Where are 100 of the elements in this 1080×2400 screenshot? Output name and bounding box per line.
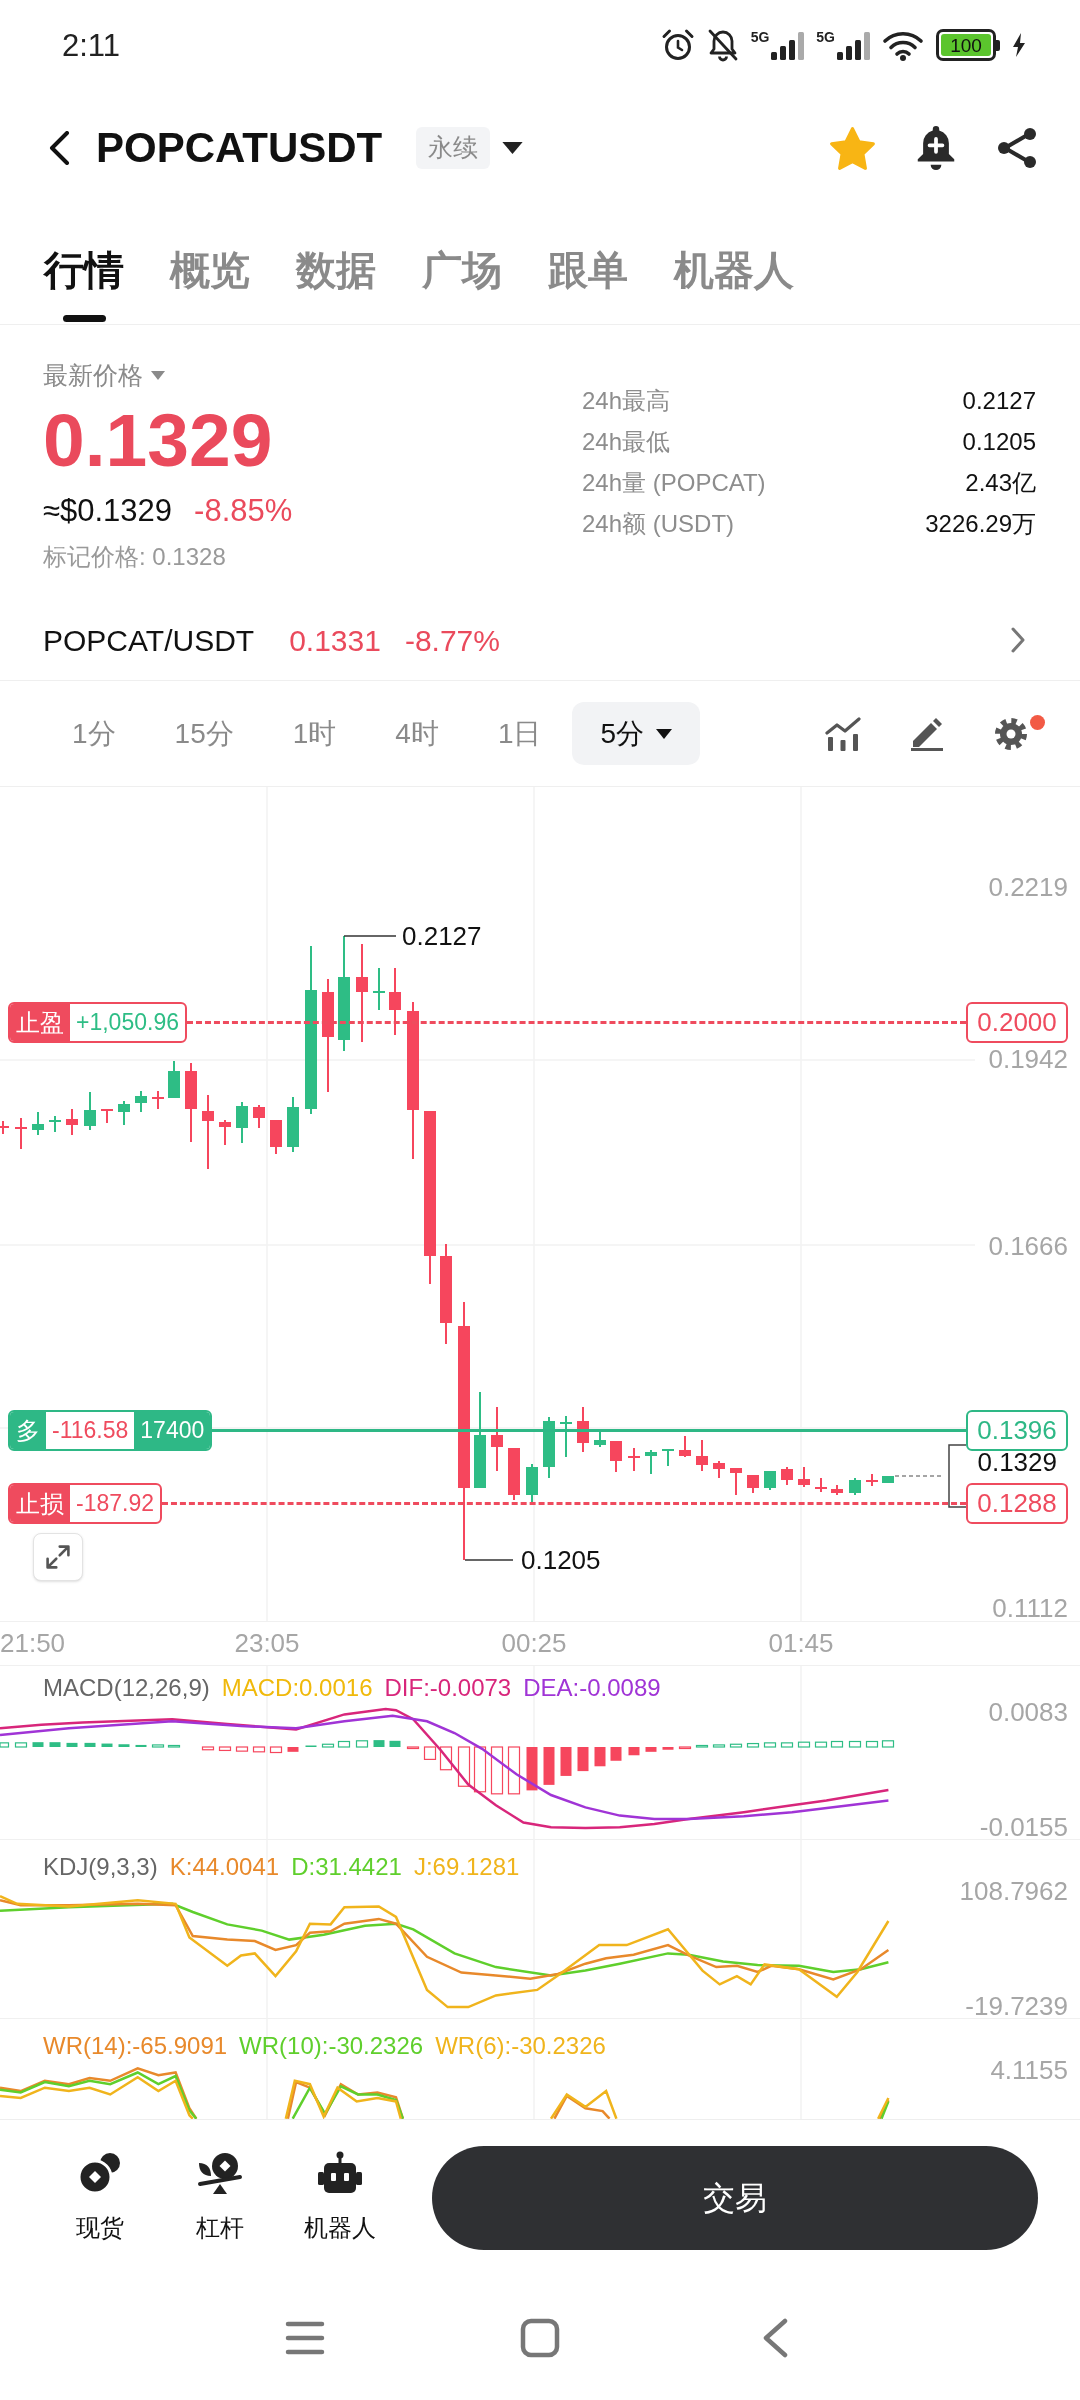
trade-button[interactable]: 交易 — [432, 2145, 1038, 2250]
settings-icon[interactable] — [993, 715, 1029, 752]
indicator-chart-icon[interactable] — [825, 716, 861, 751]
macd-histogram-bar — [797, 1741, 811, 1748]
bottom-nav-item[interactable]: 杠杆 — [160, 2151, 280, 2244]
candlestick — [84, 1091, 96, 1131]
tab[interactable]: 广场 — [422, 246, 502, 322]
candlestick — [577, 1406, 589, 1453]
stat-value: 0.2127 — [962, 385, 1036, 416]
favorite-star-icon[interactable] — [830, 126, 875, 170]
candlestick — [168, 1060, 180, 1099]
macd-histogram-bar — [830, 1740, 844, 1748]
macd-histogram-bar — [577, 1747, 589, 1772]
price-axis-label: 0.1666 — [988, 1234, 1068, 1258]
indicator-value: WR(10):-30.2326 — [239, 2031, 424, 2061]
indicator-axis-label: -0.0155 — [979, 1815, 1068, 1839]
position-size: 17400 — [134, 1412, 211, 1449]
spot-pair-name: POPCAT/USDT — [43, 622, 255, 659]
coin-seesaw-icon — [197, 2151, 243, 2195]
bell-plus-icon[interactable] — [916, 126, 956, 170]
pencil-icon[interactable] — [909, 716, 945, 751]
chevron-right-icon[interactable] — [1011, 627, 1025, 653]
macd-histogram-bar — [389, 1740, 401, 1747]
indicator-name: KDJ(9,3,3) — [43, 1852, 158, 1882]
indicator-value: DEA:-0.0089 — [523, 1673, 661, 1703]
candlestick — [610, 1440, 622, 1473]
macd-histogram-bar — [287, 1747, 299, 1752]
tab[interactable]: 机器人 — [674, 246, 794, 322]
candlestick — [730, 1467, 742, 1496]
price-type-label[interactable]: 最新价格 — [43, 359, 143, 391]
indicator-axis-label: 108.7962 — [959, 1879, 1068, 1903]
time-axis-label: 21:50 — [0, 1627, 66, 1660]
low-price-label: 0.1205 — [521, 1547, 601, 1573]
interval-tab[interactable]: 1日 — [469, 702, 570, 765]
share-icon[interactable] — [997, 127, 1037, 169]
interval-tab[interactable]: 15分 — [146, 702, 262, 765]
price-axis-label: 0.1112 — [992, 1596, 1068, 1620]
interval-tab[interactable]: 1分 — [44, 702, 144, 765]
bottom-nav-item[interactable]: 现货 — [40, 2151, 160, 2244]
interval-dropdown[interactable]: 5分 — [572, 702, 701, 765]
caret-down-icon[interactable] — [502, 142, 524, 154]
interval-tab[interactable]: 1时 — [264, 702, 365, 765]
macd-histogram-bar — [337, 1740, 351, 1748]
candlestick — [135, 1090, 147, 1113]
macd-histogram-bar — [526, 1747, 538, 1791]
mark-price: 标记价格: 0.1328 — [43, 542, 226, 572]
candlestick — [628, 1447, 640, 1472]
macd-histogram-bar — [32, 1742, 44, 1747]
macd-histogram-bar — [848, 1740, 862, 1748]
indicator-value: D:31.4421 — [291, 1852, 402, 1882]
expand-button[interactable] — [33, 1533, 83, 1581]
candlestick — [713, 1460, 725, 1479]
menu-icon[interactable] — [285, 2320, 325, 2355]
candlestick — [594, 1429, 606, 1448]
candlestick — [15, 1117, 27, 1150]
indicator-value: J:69.1281 — [413, 1852, 520, 1882]
macd-histogram-bar — [678, 1746, 692, 1750]
tab[interactable]: 数据 — [296, 246, 376, 322]
take-profit-tag[interactable]: 止盈 +1,050.96 — [8, 1002, 187, 1043]
signal-icon — [770, 32, 805, 60]
stop-loss-tag[interactable]: 止损 -187.92 — [8, 1483, 162, 1524]
macd-histogram-bar — [439, 1746, 453, 1771]
macd-histogram-bar — [0, 1742, 10, 1748]
candlestick — [831, 1484, 843, 1496]
macd-histogram-bar — [66, 1742, 78, 1747]
time-axis-label: 23:05 — [234, 1627, 300, 1660]
bottom-nav-item[interactable]: 机器人 — [280, 2151, 400, 2244]
order-side-label: 止盈 — [10, 1004, 70, 1041]
tab[interactable]: 跟单 — [548, 246, 628, 322]
macd-histogram-bar — [507, 1746, 521, 1795]
stat-value: 3226.29万 — [925, 508, 1036, 539]
stat-label: 24h量 (POPCAT) — [582, 467, 766, 498]
time-axis-label: 00:25 — [501, 1627, 567, 1660]
stat-value: 0.1205 — [962, 426, 1036, 457]
contract-type-badge[interactable]: 永续 — [416, 127, 491, 169]
position-tag[interactable]: 多 -116.58 17400 — [8, 1410, 213, 1451]
macd-histogram-bar — [14, 1742, 28, 1748]
macd-histogram-bar — [201, 1746, 215, 1751]
macd-histogram-bar — [594, 1747, 606, 1767]
indicator-value: DIF:-0.0073 — [384, 1673, 512, 1703]
caret-down-icon[interactable] — [656, 728, 673, 739]
network-type-label: 5G — [816, 30, 835, 44]
macd-histogram-bar — [321, 1743, 335, 1748]
pnl-value: +1,050.96 — [75, 1008, 180, 1038]
stat-label: 24h最高 — [582, 385, 671, 416]
macd-histogram-bar — [712, 1744, 726, 1748]
spot-price: 0.1331 — [289, 622, 381, 659]
price-change: -8.85% — [194, 493, 293, 529]
home-icon[interactable] — [520, 2317, 560, 2358]
macd-histogram-bar — [560, 1747, 572, 1776]
macd-histogram-bar — [490, 1746, 504, 1795]
tab[interactable]: 行情 — [44, 246, 124, 322]
macd-histogram-bar — [610, 1747, 622, 1761]
bell-off-icon — [706, 28, 739, 62]
candlestick — [764, 1470, 776, 1491]
interval-tab[interactable]: 4时 — [367, 702, 467, 765]
pnl-value: -187.92 — [75, 1489, 155, 1519]
tab[interactable]: 概览 — [170, 246, 250, 322]
back-icon — [48, 131, 70, 165]
candlestick — [270, 1119, 282, 1155]
